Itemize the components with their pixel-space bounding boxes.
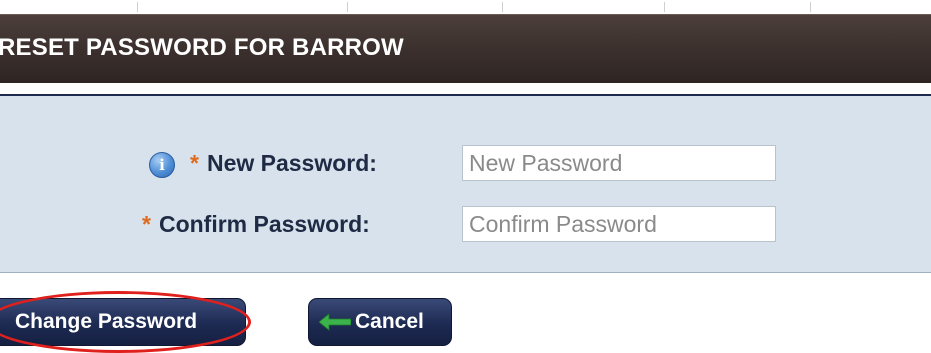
column-divider: [347, 2, 348, 12]
dialog-header: RESET PASSWORD FOR BARROW: [0, 14, 931, 83]
change-password-button[interactable]: Change Password: [0, 298, 246, 346]
cancel-label: Cancel: [355, 310, 424, 333]
top-strip: [0, 0, 931, 15]
column-divider: [137, 2, 138, 12]
dialog-title: RESET PASSWORD FOR BARROW: [0, 34, 404, 61]
confirm-password-input[interactable]: [462, 206, 776, 242]
info-icon[interactable]: i: [149, 152, 175, 178]
confirm-password-label: * Confirm Password:: [142, 211, 370, 238]
new-password-row: i * New Password:: [0, 145, 930, 181]
confirm-password-row: * Confirm Password:: [0, 206, 930, 242]
column-divider: [810, 2, 811, 12]
change-password-label: Change Password: [15, 310, 198, 333]
required-mark: *: [190, 150, 199, 176]
back-arrow-icon: [319, 313, 351, 331]
column-divider: [502, 2, 503, 12]
confirm-password-label-text: Confirm Password:: [158, 211, 370, 237]
new-password-label-text: New Password:: [206, 150, 377, 176]
form-panel: i * New Password: * Confirm Password:: [0, 94, 931, 273]
new-password-input[interactable]: [462, 145, 776, 181]
cancel-button[interactable]: Cancel: [308, 298, 452, 346]
required-mark: *: [142, 211, 151, 237]
new-password-label: * New Password:: [190, 150, 377, 177]
column-divider: [664, 2, 665, 12]
